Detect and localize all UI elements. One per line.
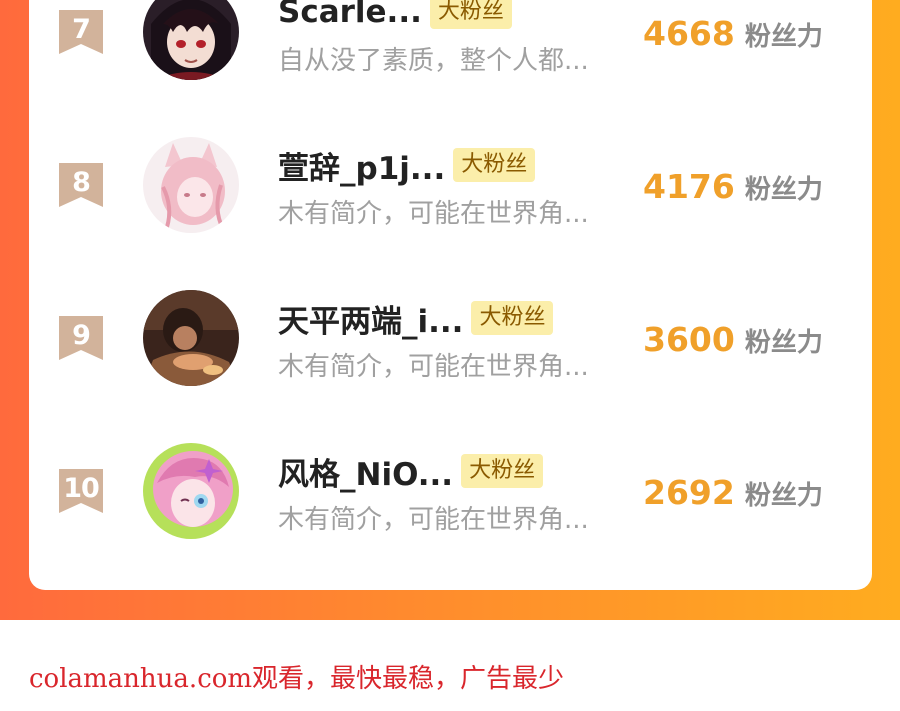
fan-level-badge: 大粉丝 [429,0,512,29]
fan-power-value: 3600 [643,320,735,359]
fan-power-unit: 粉丝力 [744,22,823,52]
user-name[interactable]: Scarle... [278,0,422,30]
user-name[interactable]: 萱辞_p1j... [278,143,445,188]
avatar[interactable] [143,290,239,386]
fan-power: 4668 粉丝力 [643,14,823,53]
leaderboard-row[interactable]: 9 天平两端_i... 大粉丝 木有简介，可能在世界角... 3600 粉丝力 [29,276,872,396]
fan-power-value: 2692 [643,473,735,512]
leaderboard-row[interactable]: 7 Scarle... 大粉丝 自从没了素质，整个人都... 4668 粉丝力 [29,0,872,90]
fan-level-badge: 大粉丝 [453,148,536,182]
leaderboard-row[interactable]: 8 萱辞_p1j... 大粉丝 木有简介，可能在世界角... 4176 粉丝力 [29,123,872,243]
fan-level-badge: 大粉丝 [461,454,544,488]
fan-power: 4176 粉丝力 [643,167,823,206]
page: 7 Scarle... 大粉丝 自从没了素质，整个人都... 4668 粉丝力 … [0,0,900,711]
rank-ribbon-icon: 7 [59,10,103,54]
rank-number: 7 [72,14,91,45]
fan-level-badge: 大粉丝 [471,301,554,335]
rank-number: 10 [63,473,100,504]
user-name[interactable]: 风格_NiO... [278,449,453,494]
user-name[interactable]: 天平两端_i... [278,296,463,341]
fan-power-unit: 粉丝力 [744,481,823,511]
fan-leaderboard-card: 7 Scarle... 大粉丝 自从没了素质，整个人都... 4668 粉丝力 … [29,0,872,590]
fan-power: 3600 粉丝力 [643,320,823,359]
rank-number: 8 [72,167,91,198]
avatar[interactable] [143,0,239,80]
user-bio: 木有简介，可能在世界角... [278,505,589,535]
rank-ribbon-icon: 10 [59,469,103,513]
fan-power: 2692 粉丝力 [643,473,823,512]
avatar[interactable] [143,443,239,539]
avatar[interactable] [143,137,239,233]
user-bio: 木有简介，可能在世界角... [278,199,589,229]
user-bio: 自从没了素质，整个人都... [278,46,589,76]
leaderboard-row[interactable]: 10 风格_NiO... 大粉丝 木有简介，可能在世界角... 2692 粉丝力 [29,429,872,549]
user-bio: 木有简介，可能在世界角... [278,352,589,382]
site-watermark-text: colamanhua.com观看，最快最稳，广告最少 [29,664,565,694]
rank-ribbon-icon: 8 [59,163,103,207]
fan-power-value: 4176 [643,167,735,206]
fan-power-unit: 粉丝力 [744,175,823,205]
fan-power-value: 4668 [643,14,735,53]
rank-ribbon-icon: 9 [59,316,103,360]
rank-number: 9 [72,320,91,351]
fan-power-unit: 粉丝力 [744,328,823,358]
